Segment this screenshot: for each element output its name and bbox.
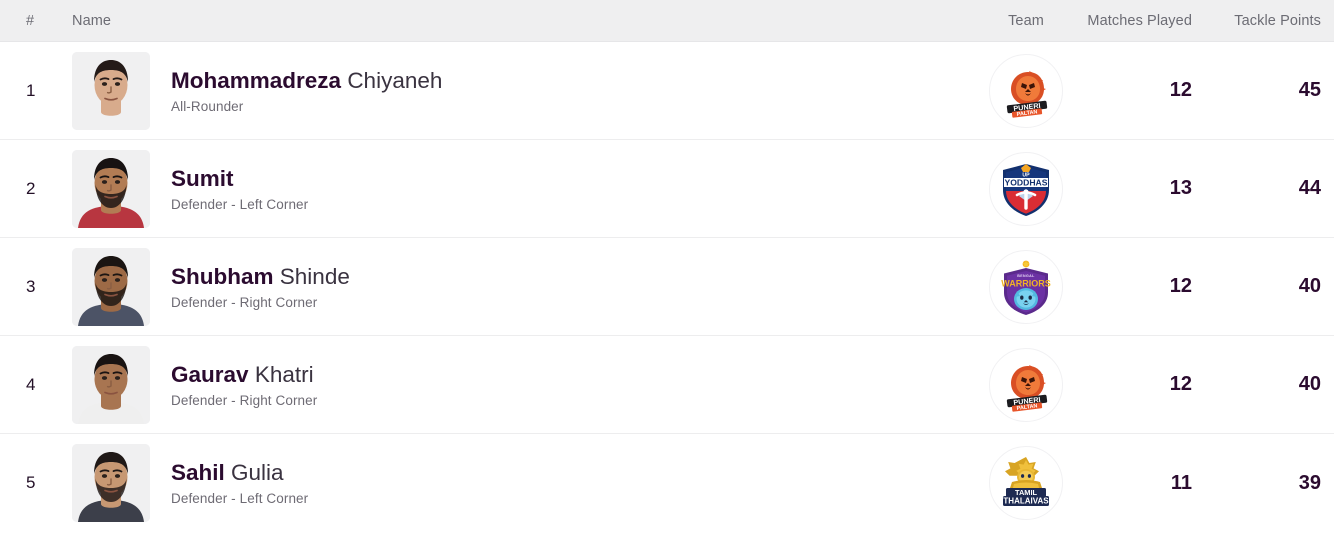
svg-text:YODDHAS: YODDHAS bbox=[1005, 177, 1048, 187]
svg-text:THALAIVAS: THALAIVAS bbox=[1003, 497, 1049, 506]
player-avatar bbox=[72, 149, 150, 228]
player-first-name: Sahil bbox=[171, 460, 225, 485]
table-row[interactable]: 4 Gaurav Khatri Defender - Right Corner bbox=[0, 336, 1334, 434]
team-cell[interactable]: TAMIL THALAIVAS bbox=[970, 446, 1082, 520]
player-rank: 3 bbox=[26, 276, 36, 296]
team-cell[interactable]: BENGAL WARRIORS bbox=[970, 249, 1082, 324]
player-avatar bbox=[72, 444, 150, 522]
tackle-points-value: 40 bbox=[1298, 373, 1321, 395]
tackle-points-value: 44 bbox=[1298, 177, 1321, 199]
player-rank: 4 bbox=[26, 374, 36, 394]
player-name-cell[interactable]: Sahil Gulia Defender - Left Corner bbox=[68, 444, 970, 522]
player-role: Defender - Right Corner bbox=[171, 294, 318, 310]
svg-text:BENGAL: BENGAL bbox=[1017, 274, 1035, 278]
column-header-name[interactable]: Name bbox=[68, 13, 970, 29]
table-header: # Name Team Matches Played Tackle Points bbox=[0, 0, 1334, 42]
player-role: All-Rounder bbox=[171, 98, 244, 114]
player-role: Defender - Left Corner bbox=[171, 196, 309, 212]
table-row[interactable]: 2 Sumit Defender - Left Corner UP YODDHA… bbox=[0, 140, 1334, 238]
matches-played-value: 13 bbox=[1169, 177, 1192, 199]
player-last-name: Chiyaneh bbox=[347, 67, 443, 93]
player-name-block: Sumit Defender - Left Corner bbox=[171, 166, 308, 212]
player-rank: 2 bbox=[26, 178, 36, 198]
player-avatar bbox=[72, 345, 150, 424]
player-name-cell[interactable]: Gaurav Khatri Defender - Right Corner bbox=[68, 345, 970, 424]
player-role: Defender - Left Corner bbox=[171, 491, 309, 506]
matches-played-value: 12 bbox=[1169, 79, 1192, 101]
svg-text:WARRIORS: WARRIORS bbox=[1001, 278, 1051, 288]
player-last-name: Shinde bbox=[279, 263, 350, 289]
leaderboard-rows: 1 Mohammadreza Chiyaneh All-Rounder PUNE… bbox=[0, 42, 1334, 532]
tackle-points-value: 39 bbox=[1298, 471, 1321, 494]
puneri-paltan-logo[interactable]: PUNERI PALTAN bbox=[989, 347, 1063, 422]
player-name-block: Sahil Gulia Defender - Left Corner bbox=[171, 460, 308, 506]
table-row[interactable]: 1 Mohammadreza Chiyaneh All-Rounder PUNE… bbox=[0, 42, 1334, 140]
column-header-tackle-points[interactable]: Tackle Points bbox=[1214, 13, 1334, 29]
player-full-name[interactable]: Sahil Gulia bbox=[171, 460, 308, 486]
matches-played-value: 12 bbox=[1169, 373, 1192, 395]
player-avatar bbox=[72, 247, 150, 326]
player-first-name: Shubham bbox=[171, 263, 274, 289]
matches-played-value: 12 bbox=[1169, 275, 1192, 297]
player-full-name[interactable]: Sumit bbox=[171, 166, 308, 192]
player-full-name[interactable]: Gaurav Khatri bbox=[171, 362, 317, 388]
player-name-cell[interactable]: Mohammadreza Chiyaneh All-Rounder bbox=[68, 51, 970, 130]
player-name-cell[interactable]: Shubham Shinde Defender - Right Corner bbox=[68, 247, 970, 326]
column-header-team[interactable]: Team bbox=[970, 13, 1082, 29]
team-cell[interactable]: UP YODDHAS bbox=[970, 151, 1082, 226]
player-first-name: Mohammadreza bbox=[171, 67, 342, 93]
up-yoddhas-logo[interactable]: UP YODDHAS bbox=[989, 151, 1063, 226]
table-row[interactable]: 3 Shubham Shinde Defender - Right Corner… bbox=[0, 238, 1334, 336]
team-cell[interactable]: PUNERI PALTAN bbox=[970, 347, 1082, 422]
player-last-name: Gulia bbox=[231, 460, 284, 485]
player-full-name[interactable]: Mohammadreza Chiyaneh bbox=[171, 68, 442, 94]
player-full-name[interactable]: Shubham Shinde bbox=[171, 264, 350, 290]
bengal-warriors-logo[interactable]: BENGAL WARRIORS bbox=[989, 249, 1063, 324]
player-first-name: Sumit bbox=[171, 165, 234, 191]
player-last-name: Khatri bbox=[254, 361, 314, 387]
svg-text:PALTAN: PALTAN bbox=[1016, 403, 1037, 411]
tackle-points-leaderboard: # Name Team Matches Played Tackle Points… bbox=[0, 0, 1334, 536]
tamil-thalaivas-logo[interactable]: TAMIL THALAIVAS bbox=[989, 446, 1063, 520]
player-name-cell[interactable]: Sumit Defender - Left Corner bbox=[68, 149, 970, 228]
tackle-points-value: 45 bbox=[1298, 79, 1321, 101]
player-first-name: Gaurav bbox=[171, 361, 249, 387]
player-avatar bbox=[72, 51, 150, 130]
player-role: Defender - Right Corner bbox=[171, 392, 318, 408]
table-row[interactable]: 5 Sahil Gulia Defender - Left Corner TAM… bbox=[0, 434, 1334, 532]
svg-text:PALTAN: PALTAN bbox=[1016, 109, 1037, 117]
tackle-points-value: 40 bbox=[1298, 275, 1321, 297]
player-rank: 5 bbox=[26, 473, 36, 492]
player-name-block: Mohammadreza Chiyaneh All-Rounder bbox=[171, 68, 442, 114]
team-cell[interactable]: PUNERI PALTAN bbox=[970, 53, 1082, 128]
player-rank: 1 bbox=[26, 80, 36, 100]
player-name-block: Gaurav Khatri Defender - Right Corner bbox=[171, 362, 317, 408]
puneri-paltan-logo[interactable]: PUNERI PALTAN bbox=[989, 53, 1063, 128]
column-header-matches-played[interactable]: Matches Played bbox=[1082, 13, 1214, 29]
matches-played-value: 11 bbox=[1170, 471, 1192, 494]
player-name-block: Shubham Shinde Defender - Right Corner bbox=[171, 264, 350, 310]
column-header-rank[interactable]: # bbox=[0, 13, 68, 29]
